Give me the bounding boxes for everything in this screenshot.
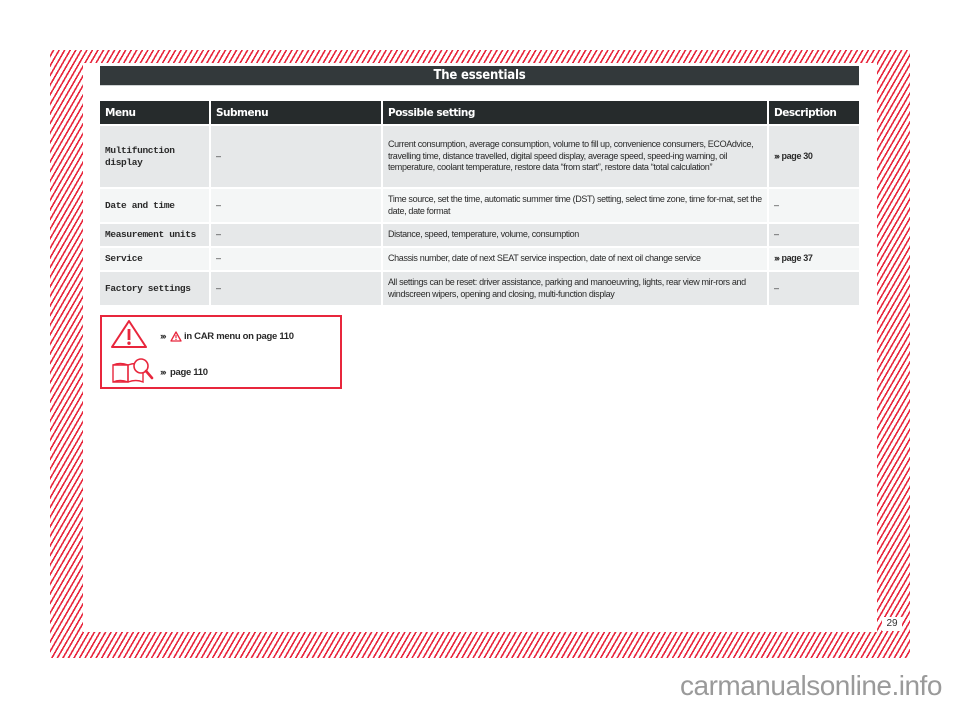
description-cell: ››› page 37: [769, 246, 859, 270]
column-header-menu: Menu: [100, 101, 211, 124]
chevron-icon: ›››: [160, 330, 167, 342]
table-row: Date and time – Time source, set the tim…: [100, 187, 859, 222]
warning-triangle-icon: [110, 319, 148, 354]
submenu-cell: –: [211, 222, 383, 246]
setting-cell: Chassis number, date of next SEAT servic…: [383, 246, 769, 270]
setting-cell: Current consumption, average consumption…: [383, 124, 769, 187]
description-cell: –: [769, 222, 859, 246]
description-cell: –: [769, 187, 859, 222]
setting-cell: Time source, set the time, automatic sum…: [383, 187, 769, 222]
menu-cell: Measurement units: [100, 222, 211, 246]
warning-reference: ››› in CAR menu on page 110: [102, 319, 340, 354]
page-number: 29: [882, 617, 902, 631]
page-reference-text[interactable]: ››› page 110: [160, 367, 208, 378]
column-header-description: Description: [769, 101, 859, 124]
setting-cell: All settings can be reset: driver assist…: [383, 270, 769, 305]
chevron-icon: ›››: [774, 253, 780, 264]
submenu-cell: –: [211, 270, 383, 305]
column-header-submenu: Submenu: [211, 101, 383, 124]
menu-cell: Multifunction display: [100, 124, 211, 187]
submenu-cell: –: [211, 187, 383, 222]
chevron-icon: ›››: [774, 150, 780, 161]
column-header-possible-setting: Possible setting: [383, 101, 769, 124]
menu-cell: Date and time: [100, 187, 211, 222]
watermark: carmanualsonline.info: [680, 670, 942, 701]
menu-cell: Factory settings: [100, 270, 211, 305]
page-link[interactable]: page 37: [782, 253, 813, 263]
description-cell: –: [769, 270, 859, 305]
table-row: Multifunction display – Current consumpt…: [100, 124, 859, 187]
page-reference: ››› page 110: [102, 357, 340, 387]
table-row: Measurement units – Distance, speed, tem…: [100, 222, 859, 246]
table-header-row: Menu Submenu Possible setting Descriptio…: [100, 101, 859, 124]
page-reference-label: page 110: [170, 366, 208, 378]
warning-reference-label: in CAR menu on page 110: [184, 330, 294, 342]
small-warning-icon: [170, 330, 182, 342]
page-link[interactable]: page 30: [782, 151, 813, 161]
table-row: Service – Chassis number, date of next S…: [100, 246, 859, 270]
book-magnifier-icon: [110, 355, 156, 390]
section-title: The essentials: [100, 66, 859, 86]
settings-table: Menu Submenu Possible setting Descriptio…: [100, 101, 859, 305]
notice-box: ››› in CAR menu on page 110 ››› page 110: [100, 315, 342, 389]
chevron-icon: ›››: [160, 366, 167, 378]
setting-cell: Distance, speed, temperature, volume, co…: [383, 222, 769, 246]
submenu-cell: –: [211, 124, 383, 187]
submenu-cell: –: [211, 246, 383, 270]
description-cell: ››› page 30: [769, 124, 859, 187]
menu-cell: Service: [100, 246, 211, 270]
table-row: Factory settings – All settings can be r…: [100, 270, 859, 305]
warning-reference-text[interactable]: ››› in CAR menu on page 110: [160, 331, 294, 342]
